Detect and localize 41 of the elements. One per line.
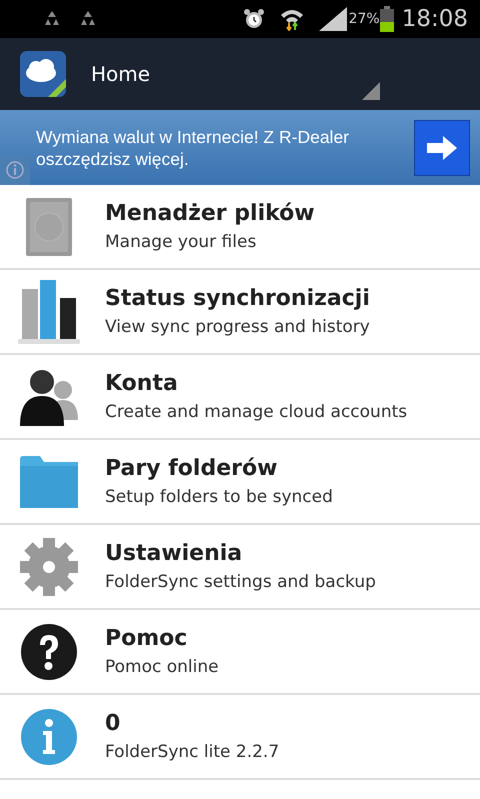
arrow-icon [427, 136, 457, 160]
gear-icon [20, 538, 78, 596]
ad-banner[interactable]: Wymiana walut w Internecie! Z R-Dealer oszczędzisz więcej. [0, 110, 480, 185]
dropdown-corner-icon[interactable] [362, 82, 380, 100]
menu-item[interactable]: Ustawienia FolderSync settings and backup [0, 525, 480, 610]
menu-item-subtitle: View sync progress and history [105, 317, 370, 337]
menu-item[interactable]: 0 FolderSync lite 2.2.7 [0, 695, 480, 780]
menu-item-title: Pomoc [105, 626, 188, 651]
signal-icon [318, 7, 347, 31]
menu-item[interactable]: Konta Create and manage cloud accounts [0, 355, 480, 440]
clock: 18:08 [402, 6, 468, 32]
menu-item-subtitle: Pomoc online [105, 657, 219, 677]
help-icon [20, 622, 78, 680]
menu-item-subtitle: FolderSync settings and backup [105, 572, 376, 592]
screen-title: Home [91, 62, 150, 86]
menu-item-subtitle: Create and manage cloud accounts [105, 402, 408, 422]
menu-item[interactable]: Menadżer plików Manage your files [0, 185, 480, 270]
hard-drive-icon [26, 198, 72, 256]
info-icon [20, 708, 78, 766]
menu-item-title: 0 [105, 711, 122, 736]
menu-item[interactable]: Pomoc Pomoc online [0, 610, 480, 695]
wifi-icon [278, 7, 305, 31]
menu-item[interactable]: Status synchronizacji View sync progress and history [0, 270, 480, 355]
menu-item-title: Konta [105, 371, 179, 396]
menu-item-subtitle: Manage your files [105, 232, 258, 252]
cloud-app-icon[interactable] [20, 51, 66, 97]
folder-icon [20, 456, 78, 508]
ad-text: Wymiana walut w Internecie! Z R-Dealer oszczędzisz więcej. [36, 126, 350, 170]
battery-icon [380, 6, 394, 32]
menu-item[interactable]: Pary folderów Setup folders to be synced [0, 440, 480, 525]
menu-item-title: Status synchronizacji [105, 286, 370, 311]
bar-chart-icon [18, 280, 80, 344]
ad-arrow-button[interactable] [414, 120, 470, 176]
battery-percentage: 27% [348, 11, 380, 27]
menu-item-subtitle: Setup folders to be synced [105, 487, 333, 507]
menu-item-subtitle: FolderSync lite 2.2.7 [105, 742, 280, 762]
menu-item-title: Ustawienia [105, 541, 244, 566]
alarm-clock-icon [242, 8, 265, 30]
menu-item-title: Menadżer plików [105, 201, 315, 226]
people-icon [20, 368, 78, 426]
menu-item-title: Pary folderów [105, 456, 278, 481]
